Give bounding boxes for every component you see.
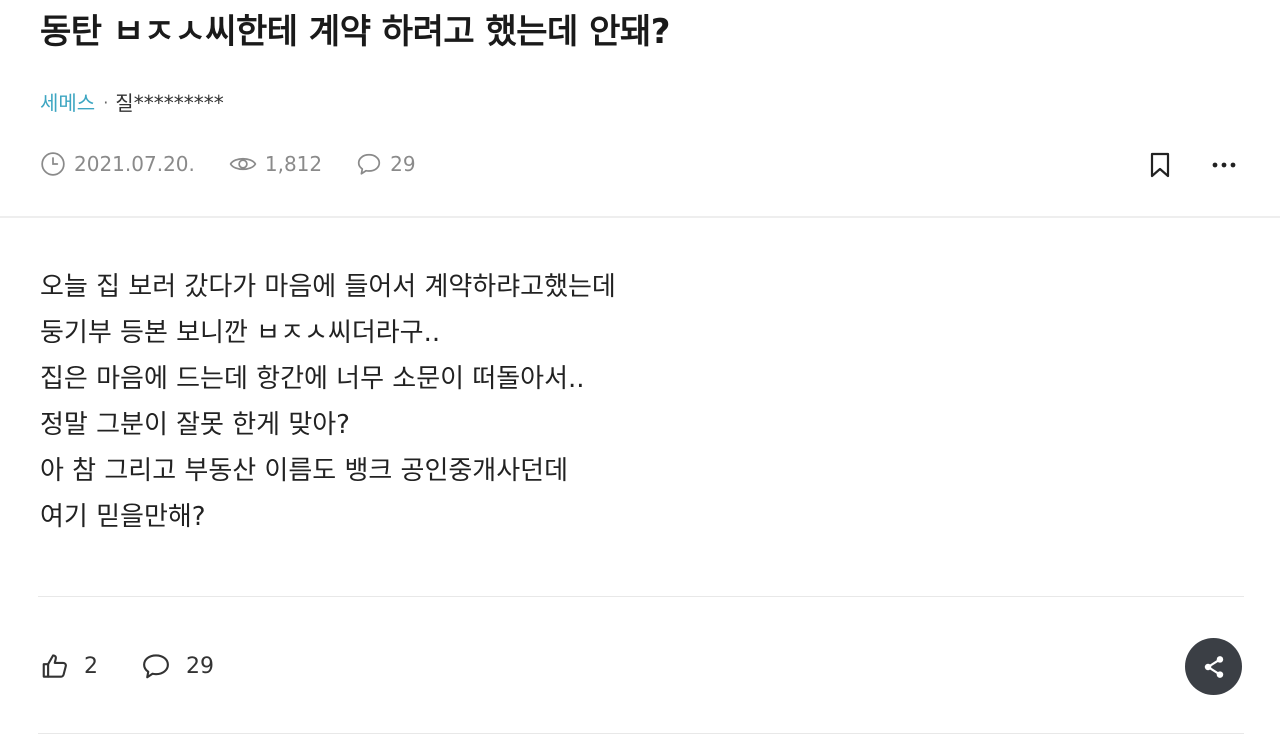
author-name[interactable]: 질********* <box>115 88 223 118</box>
footer-divider <box>38 733 1244 734</box>
body-line: 여기 믿을만해? <box>40 502 206 532</box>
bookmark-icon <box>1150 152 1170 178</box>
post-views-count: 1,812 <box>264 152 323 176</box>
clock-icon <box>41 152 65 176</box>
post-views: 1,812 <box>229 151 322 177</box>
thumbs-up-icon <box>42 654 67 678</box>
body-line: 둥기부 등본 보니깐 ㅂㅈㅅ씨더라구.. <box>40 318 441 348</box>
like-button[interactable]: 2 <box>40 651 98 681</box>
body-line: 집은 마음에 드는데 항간에 너무 소문이 떠돌아서.. <box>40 364 585 394</box>
body-line: 오늘 집 보러 갔다가 마음에 들어서 계약하랴고했는데 <box>40 272 616 302</box>
post-comments: 29 <box>356 151 416 177</box>
post-date-text: 2021.07.20. <box>74 152 195 176</box>
action-bar: 2 29 <box>40 646 214 686</box>
body-line: 아 참 그리고 부동산 이름도 뱅크 공인중개사던데 <box>40 456 568 486</box>
more-horizontal-icon <box>1212 162 1236 168</box>
body-divider <box>38 596 1244 597</box>
board-link[interactable]: 세메스 <box>40 88 95 118</box>
comment-count: 29 <box>186 653 214 679</box>
post-body: 오늘 집 보러 갔다가 마음에 들어서 계약하랴고했는데 둥기부 등본 보니깐 … <box>40 264 1040 540</box>
body-line: 정말 그분이 잘못 한게 맞아? <box>40 410 350 440</box>
bookmark-button[interactable] <box>1146 150 1174 180</box>
share-icon <box>1204 655 1223 678</box>
post-page: 동탄 ㅂㅈㅅ씨한테 계약 하려고 했는데 안돼? 세메스 · 질********… <box>0 0 1280 735</box>
more-options-button[interactable] <box>1208 150 1240 180</box>
separator-dot: · <box>103 93 109 112</box>
eye-icon <box>229 157 257 171</box>
share-button[interactable] <box>1185 638 1242 695</box>
post-meta: 2021.07.20. 1,812 29 <box>40 148 450 180</box>
comment-button[interactable]: 29 <box>140 651 214 681</box>
like-count: 2 <box>84 653 98 679</box>
author-row: 세메스 · 질********* <box>40 88 224 118</box>
post-date: 2021.07.20. <box>40 151 195 177</box>
post-comments-count: 29 <box>390 152 416 176</box>
speech-bubble-icon <box>143 654 169 679</box>
speech-bubble-icon <box>357 153 381 175</box>
header-divider <box>0 216 1280 218</box>
post-title: 동탄 ㅂㅈㅅ씨한테 계약 하려고 했는데 안돼? <box>40 12 670 52</box>
